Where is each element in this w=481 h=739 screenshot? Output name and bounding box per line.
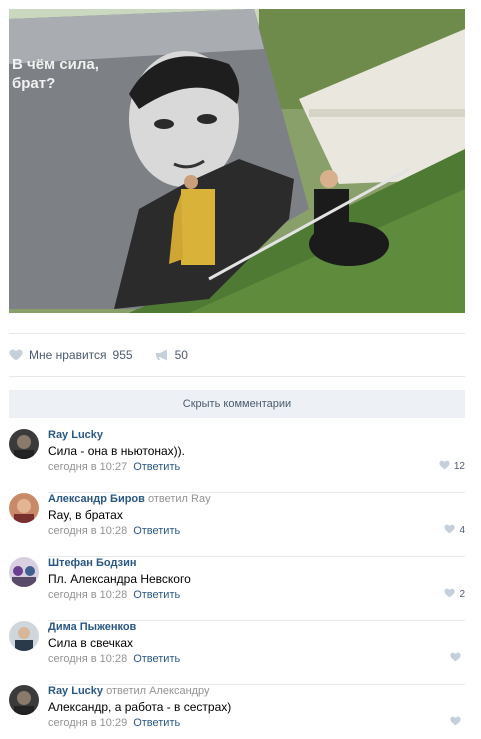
mural-caption-line1: В чём сила, bbox=[12, 56, 99, 73]
comment-header: Ray Lucky ответил Александру bbox=[48, 685, 210, 697]
reply-button[interactable]: Ответить bbox=[133, 461, 180, 473]
avatar[interactable] bbox=[9, 429, 39, 459]
avatar[interactable] bbox=[9, 685, 39, 715]
comment-header: Дима Пыженков bbox=[48, 621, 136, 633]
reply-button[interactable]: Ответить bbox=[133, 653, 180, 665]
comment-author[interactable]: Дима Пыженков bbox=[48, 621, 136, 633]
comment-author[interactable]: Ray Lucky bbox=[48, 685, 103, 697]
avatar[interactable] bbox=[9, 493, 39, 523]
like-label: Мне нравится bbox=[29, 348, 107, 362]
avatar[interactable] bbox=[9, 621, 39, 651]
mural-caption: В чём сила, брат? bbox=[12, 55, 99, 93]
comment-text: Ray, в братах bbox=[48, 508, 123, 522]
comment-meta: сегодня в 10:28 Ответить bbox=[48, 589, 180, 601]
heart-icon bbox=[450, 716, 461, 729]
share-button[interactable]: 50 bbox=[155, 348, 188, 362]
comment-header: Александр Биров ответил Ray bbox=[48, 493, 211, 505]
comment-text: Александр, а работа - в сестрах) bbox=[48, 700, 232, 714]
comment-author[interactable]: Штефан Бодзин bbox=[48, 557, 136, 569]
comment-author[interactable]: Александр Биров bbox=[48, 493, 145, 505]
comment-author[interactable]: Ray Lucky bbox=[48, 429, 103, 441]
comment-like-button[interactable]: 2 bbox=[444, 588, 465, 601]
reply-button[interactable]: Ответить bbox=[133, 717, 180, 729]
divider bbox=[9, 333, 465, 334]
mural-caption-line2: брат? bbox=[12, 75, 56, 92]
like-count: 955 bbox=[112, 348, 133, 362]
heart-icon bbox=[439, 460, 450, 473]
heart-icon bbox=[450, 652, 461, 665]
comment-replied-to: ответил Ray bbox=[147, 493, 211, 505]
reply-button[interactable]: Ответить bbox=[133, 525, 180, 537]
comment-item: Ray Lucky Сила - она в ньютонах)). сегод… bbox=[9, 429, 465, 493]
post-actions: Мне нравится 955 50 bbox=[9, 346, 188, 364]
comment-item: Александр Биров ответил Ray Ray, в брата… bbox=[9, 493, 465, 557]
comment-replied-to: ответил Александру bbox=[106, 685, 210, 697]
comment-text: Сила - она в ньютонах)). bbox=[48, 444, 186, 458]
comment-meta: сегодня в 10:27 Ответить bbox=[48, 461, 180, 473]
comment-time[interactable]: сегодня в 10:29 bbox=[48, 717, 127, 729]
hide-comments-button[interactable]: Скрыть комментарии bbox=[9, 390, 465, 418]
share-count: 50 bbox=[174, 348, 188, 362]
comment-header: Штефан Бодзин bbox=[48, 557, 136, 569]
hide-comments-label: Скрыть комментарии bbox=[182, 398, 292, 410]
comment-meta: сегодня в 10:28 Ответить bbox=[48, 525, 180, 537]
comment-like-button[interactable] bbox=[450, 652, 465, 665]
comment-like-button[interactable]: 4 bbox=[444, 524, 465, 537]
comment-header: Ray Lucky bbox=[48, 429, 103, 441]
comment-text: Сила в свечках bbox=[48, 636, 134, 650]
divider bbox=[9, 376, 465, 377]
comment-like-count: 12 bbox=[453, 461, 465, 472]
comment-time[interactable]: сегодня в 10:28 bbox=[48, 525, 127, 537]
comment-like-count: 4 bbox=[459, 525, 465, 536]
comment-item: Штефан Бодзин Пл. Александра Невского се… bbox=[9, 557, 465, 621]
avatar[interactable] bbox=[9, 557, 39, 587]
comment-item: Дима Пыженков Сила в свечках сегодня в 1… bbox=[9, 621, 465, 685]
comment-item: Ray Lucky ответил Александру Александр, … bbox=[9, 685, 465, 739]
comment-like-button[interactable]: 12 bbox=[439, 460, 465, 473]
comment-like-count: 2 bbox=[459, 589, 465, 600]
comment-time[interactable]: сегодня в 10:27 bbox=[48, 461, 127, 473]
heart-icon bbox=[444, 524, 456, 537]
comment-text: Пл. Александра Невского bbox=[48, 572, 191, 586]
comment-meta: сегодня в 10:28 Ответить bbox=[48, 653, 180, 665]
heart-icon bbox=[444, 588, 456, 601]
comment-like-button[interactable] bbox=[450, 716, 465, 729]
heart-icon bbox=[9, 349, 23, 361]
post-photo[interactable]: В чём сила, брат? bbox=[9, 9, 465, 313]
like-button[interactable]: Мне нравится 955 bbox=[9, 348, 133, 362]
reply-button[interactable]: Ответить bbox=[133, 589, 180, 601]
comment-time[interactable]: сегодня в 10:28 bbox=[48, 589, 127, 601]
megaphone-icon bbox=[155, 349, 169, 361]
comment-time[interactable]: сегодня в 10:28 bbox=[48, 653, 127, 665]
comment-meta: сегодня в 10:29 Ответить bbox=[48, 717, 180, 729]
